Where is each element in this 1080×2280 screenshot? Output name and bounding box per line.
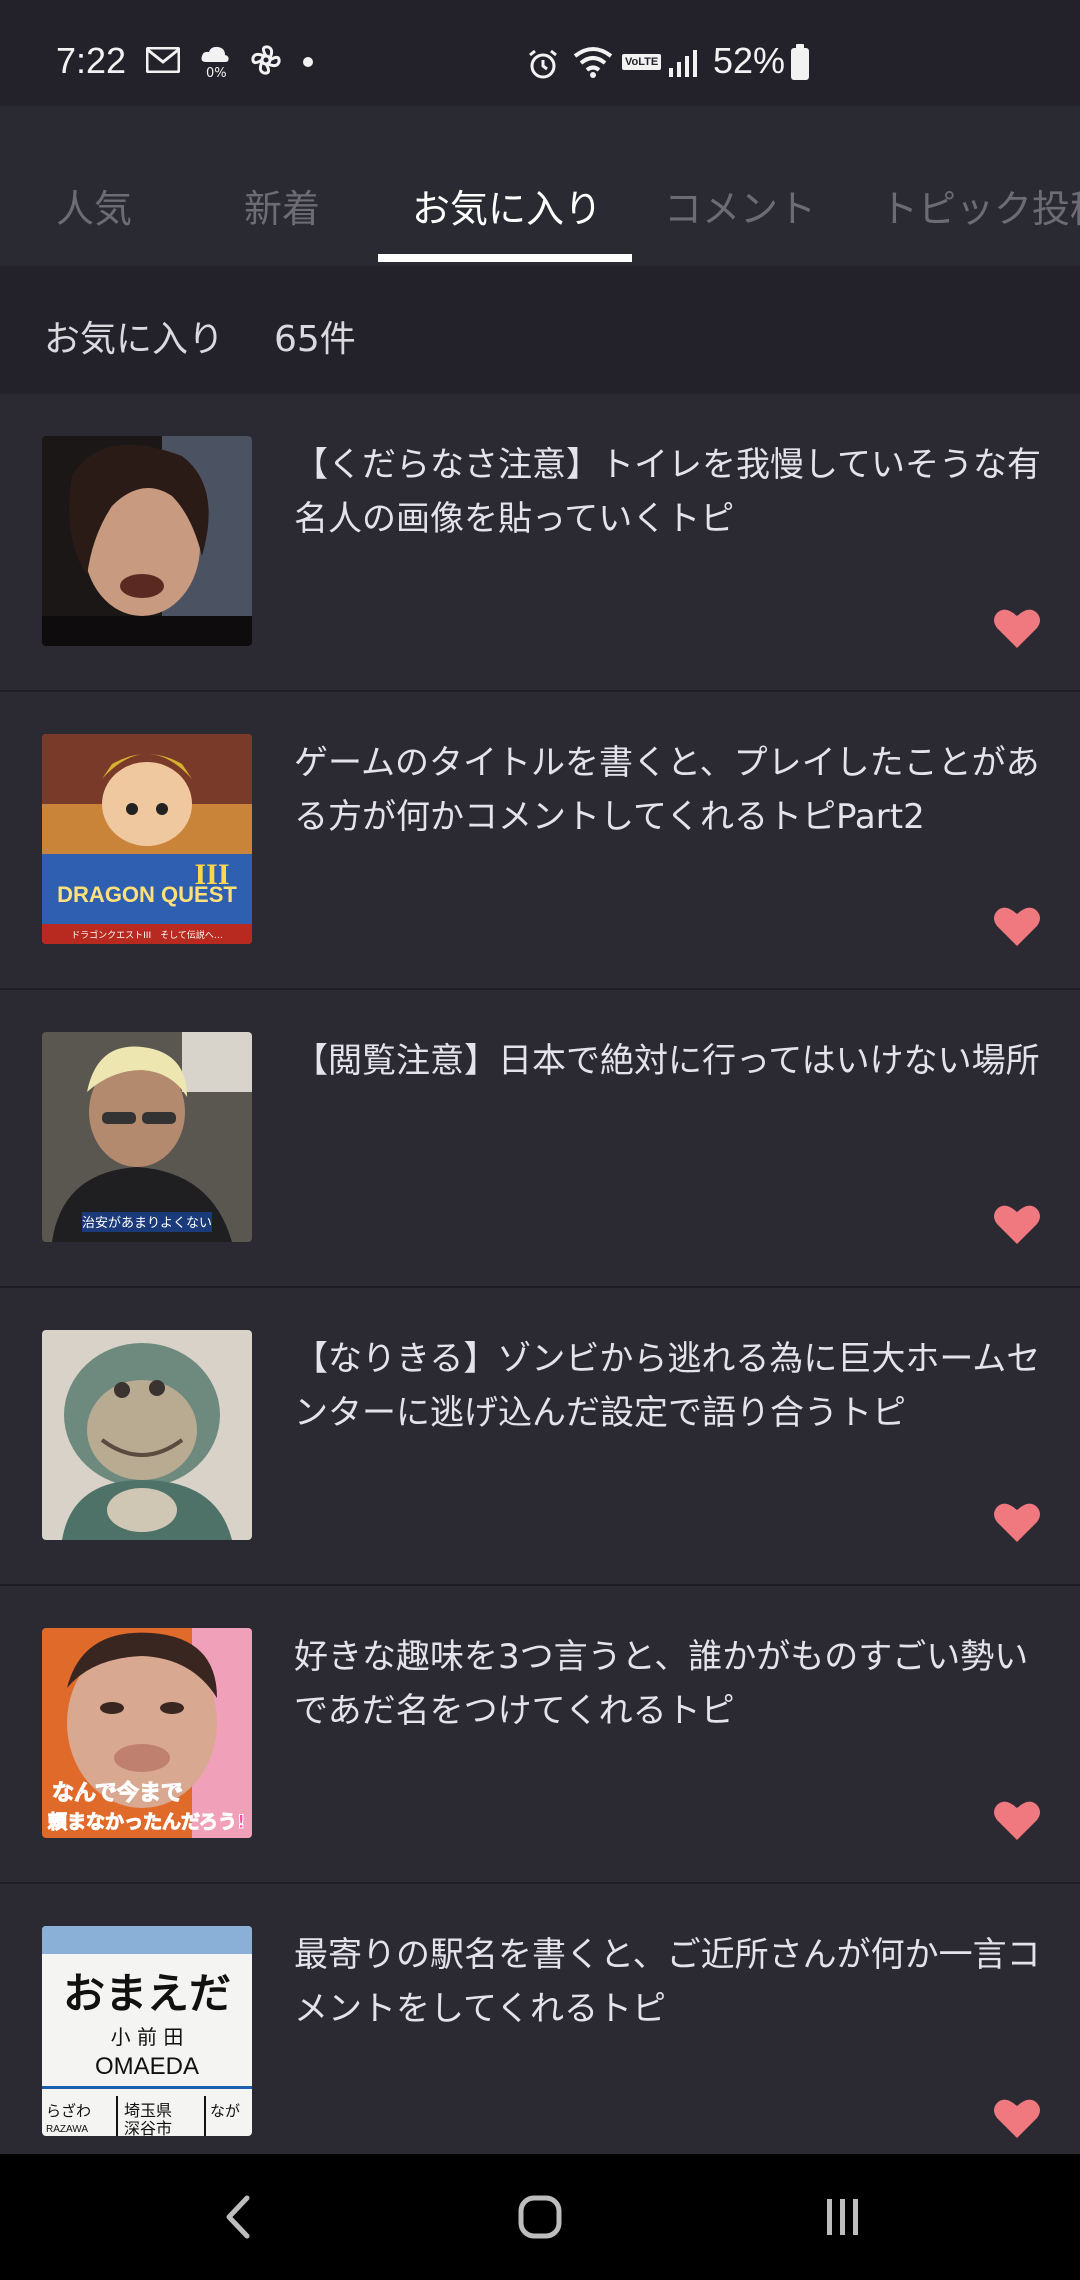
weather-percent: 0% [206,66,227,81]
home-button[interactable] [480,2154,600,2280]
heart-icon[interactable] [993,904,1041,948]
heart-icon[interactable] [993,1202,1041,1246]
battery-icon [791,44,809,80]
station-next: なが [210,2102,240,2120]
topic-thumbnail [42,1330,252,1540]
favorites-list: 【くだらなさ注意】トイレを我慢していそうな有名人の画像を貼っていくトピ DRAG… [0,394,1080,2154]
tab-bar: 人気 新着 お気に入り コメント トピック投稿 [0,106,1080,266]
topic-thumbnail: DRAGON QUEST III ドラゴンクエストIII そして伝説へ… [42,734,252,944]
station-kanji: 小 前 田 [111,2025,184,2049]
topic-item[interactable]: なんで今まで 頼まなかったんだろう! 好きな趣味を3つ言うと、誰かがものすごい勢… [0,1586,1080,1884]
topic-thumbnail [42,436,252,646]
topic-item[interactable]: おまえだ 小 前 田 OMAEDA らざわ RAZAWA 埼玉県 深谷市 なが … [0,1884,1080,2154]
wifi-icon [573,46,613,82]
station-pref: 埼玉県 [124,2101,172,2120]
status-bar: 7:22 0% VoLTE 52% [0,0,1080,106]
back-icon [226,2195,250,2239]
topic-thumbnail: おまえだ 小 前 田 OMAEDA らざわ RAZAWA 埼玉県 深谷市 なが [42,1926,252,2136]
signal-icon [668,48,698,82]
favorites-header: お気に入り 65件 [0,266,1080,394]
tab-new[interactable]: 新着 [244,178,320,233]
station-city: 深谷市 [124,2119,172,2136]
status-left-icons: 0% [145,44,314,81]
topic-title: ゲームのタイトルを書くと、プレイしたことがある方が何かコメントしてくれるトピPa… [294,743,1040,837]
active-tab-indicator [378,254,632,262]
dq-sub-text: ドラゴンクエストIII そして伝説へ… [71,929,223,941]
topic-item[interactable]: DRAGON QUEST III ドラゴンクエストIII そして伝説へ… ゲーム… [0,692,1080,990]
topic-title: 【くだらなさ注意】トイレを我慢していそうな有名人の画像を貼っていくトピ [294,445,1041,539]
station-prev: らざわ [46,2102,91,2120]
back-button[interactable] [178,2154,298,2280]
dq-roman-text: III [194,858,229,891]
topic-title: 【なりきる】ゾンビから逃れる為に巨大ホームセンターに逃げ込んだ設定で語り合うトピ [294,1339,1041,1433]
dot-icon [302,53,314,72]
topic-item[interactable]: 【くだらなさ注意】トイレを我慢していそうな有名人の画像を貼っていくトピ [0,394,1080,692]
caption-line2: 頼まなかったんだろう! [48,1811,246,1833]
status-time: 7:22 [56,40,127,81]
favorites-count: 65件 [274,319,356,360]
station-roman: OMAEDA [95,2053,199,2080]
heart-icon[interactable] [993,1500,1041,1544]
weather-icon: 0% [200,44,230,81]
recents-button[interactable] [783,2154,903,2280]
tab-post-topic[interactable]: トピック投稿 [880,178,1080,233]
volte-icon: VoLTE [622,54,662,70]
recents-icon [827,2199,858,2235]
topic-title: 好きな趣味を3つ言うと、誰かがものすごい勢いであだ名をつけてくれるトピ [294,1637,1029,1731]
station-kana: おまえだ [63,1969,231,2018]
heart-icon[interactable] [993,606,1041,650]
topic-title: 【閲覧注意】日本で絶対に行ってはいけない場所 [294,1041,1040,1081]
mail-icon [145,46,181,77]
topic-thumbnail: 治安があまりよくない [42,1032,252,1242]
tab-favorites[interactable]: お気に入り [412,178,602,233]
station-prev-roman: RAZAWA [46,2124,88,2135]
caption-line1: なんで今まで [52,1780,183,1806]
fan-icon [250,44,282,80]
system-nav-bar [0,2154,1080,2280]
heart-icon[interactable] [993,1798,1041,1842]
topic-item[interactable]: 治安があまりよくない 【閲覧注意】日本で絶対に行ってはいけない場所 [0,990,1080,1288]
tab-popular[interactable]: 人気 [56,178,132,233]
home-icon [518,2195,562,2239]
caption-text: 治安があまりよくない [82,1216,212,1231]
topic-item[interactable]: 【なりきる】ゾンビから逃れる為に巨大ホームセンターに逃げ込んだ設定で語り合うトピ [0,1288,1080,1586]
alarm-icon [527,48,559,84]
heart-icon[interactable] [993,2096,1041,2140]
favorites-label: お気に入り [44,319,225,360]
battery-percent: 52% [713,40,786,81]
topic-thumbnail: なんで今まで 頼まなかったんだろう! [42,1628,252,1838]
topic-title: 最寄りの駅名を書くと、ご近所さんが何か一言コメントをしてくれるトピ [294,1935,1041,2029]
tab-comments[interactable]: コメント [664,178,816,233]
